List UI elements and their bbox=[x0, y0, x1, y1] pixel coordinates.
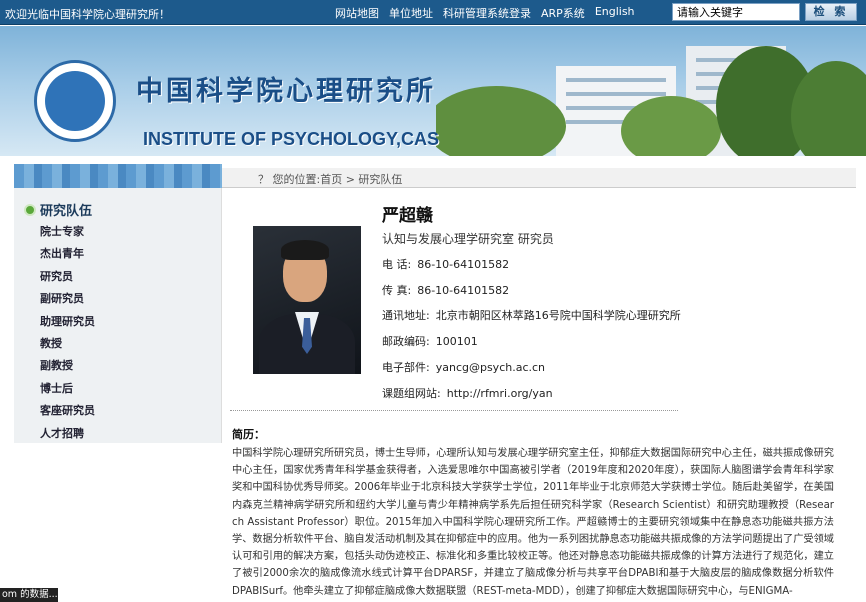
link-english[interactable]: English bbox=[593, 5, 637, 21]
postcode-value: 100101 bbox=[435, 335, 478, 348]
bio-heading: 简历： bbox=[232, 428, 265, 441]
sidebar-item-recruitment[interactable]: 人才招聘 bbox=[40, 425, 95, 447]
breadcrumb-bar: ？ 您的位置:首页 > 研究队伍 bbox=[222, 168, 856, 188]
link-sitemap[interactable]: 网站地图 bbox=[333, 5, 381, 21]
logo-emblem-icon bbox=[45, 71, 105, 131]
sidebar-item-associate-professors[interactable]: 副教授 bbox=[40, 357, 95, 379]
sidebar-title: 研究队伍 bbox=[24, 200, 92, 219]
fax-label: 传 真: bbox=[382, 284, 412, 297]
address-label: 通讯地址: bbox=[382, 309, 430, 322]
sidebar: 研究队伍 院士专家 杰出青年 研究员 副研究员 助理研究员 教授 副教授 博士后… bbox=[14, 188, 222, 443]
institute-title-en: INSTITUTE OF PSYCHOLOGY,CAS bbox=[143, 129, 440, 149]
sidebar-item-researchers[interactable]: 研究员 bbox=[40, 268, 95, 290]
sidebar-item-professors[interactable]: 教授 bbox=[40, 335, 95, 357]
sidebar-item-postdocs[interactable]: 博士后 bbox=[40, 380, 95, 402]
website-link[interactable]: http://rfmri.org/yan bbox=[447, 387, 553, 400]
email-row: 电子部件: yancg@psych.ac.cn bbox=[382, 359, 545, 375]
profile-name: 严超赣 bbox=[382, 206, 433, 226]
profile-department: 认知与发展心理学研究室 研究员 bbox=[382, 232, 554, 246]
sidebar-item-academicians[interactable]: 院士专家 bbox=[40, 223, 95, 245]
search-button[interactable]: 检 索 bbox=[805, 3, 857, 21]
address-value: 北京市朝阳区林萃路16号院中国科学院心理研究所 bbox=[435, 309, 681, 322]
sidebar-header-stripe bbox=[14, 164, 222, 188]
sidebar-item-assistant-researchers[interactable]: 助理研究员 bbox=[40, 313, 95, 335]
profile-photo bbox=[253, 226, 361, 374]
email-value[interactable]: yancg@psych.ac.cn bbox=[436, 361, 545, 374]
breadcrumb: ？ 您的位置:首页 > 研究队伍 bbox=[258, 173, 403, 186]
header-banner: 中国科学院心理研究所 INSTITUTE OF PSYCHOLOGY,CAS bbox=[0, 26, 866, 156]
phone-label: 电 话: bbox=[382, 258, 412, 271]
website-label: 课题组网站: bbox=[382, 387, 441, 400]
banner-buildings-image bbox=[436, 46, 866, 156]
website-row: 课题组网站: http://rfmri.org/yan bbox=[382, 385, 553, 401]
sidebar-item-distinguished-youth[interactable]: 杰出青年 bbox=[40, 245, 95, 267]
phone-value: 86-10-64101582 bbox=[417, 258, 510, 271]
sidebar-item-visiting-researchers[interactable]: 客座研究员 bbox=[40, 402, 95, 424]
link-research-login[interactable]: 科研管理系统登录 bbox=[441, 5, 533, 21]
green-bullet-icon bbox=[24, 203, 36, 216]
top-links: 网站地图 单位地址 科研管理系统登录 ARP系统 English bbox=[333, 5, 643, 21]
sidebar-item-associate-researchers[interactable]: 副研究员 bbox=[40, 290, 95, 312]
link-arp[interactable]: ARP系统 bbox=[539, 5, 587, 21]
bio-text: 中国科学院心理研究所研究员，博士生导师，心理所认知与发展心理学研究室主任，抑郁症… bbox=[232, 448, 834, 597]
status-tooltip: om 的数据... bbox=[0, 588, 58, 602]
top-bar: 欢迎光临中国科学院心理研究所！ 网站地图 单位地址 科研管理系统登录 ARP系统… bbox=[0, 0, 866, 25]
institute-logo bbox=[34, 60, 116, 142]
phone-row: 电 话: 86-10-64101582 bbox=[382, 256, 509, 272]
link-address[interactable]: 单位地址 bbox=[387, 5, 435, 21]
postcode-label: 邮政编码: bbox=[382, 335, 430, 348]
divider bbox=[230, 410, 678, 411]
postcode-row: 邮政编码: 100101 bbox=[382, 333, 478, 349]
search-input[interactable] bbox=[672, 3, 800, 21]
email-label: 电子部件: bbox=[382, 361, 430, 374]
fax-row: 传 真: 86-10-64101582 bbox=[382, 282, 509, 298]
fax-value: 86-10-64101582 bbox=[417, 284, 510, 297]
welcome-text: 欢迎光临中国科学院心理研究所！ bbox=[5, 8, 170, 21]
address-row: 通讯地址: 北京市朝阳区林萃路16号院中国科学院心理研究所 bbox=[382, 307, 681, 323]
sidebar-title-text: 研究队伍 bbox=[40, 204, 93, 219]
institute-title-cn: 中国科学院心理研究所 bbox=[136, 76, 436, 107]
sidebar-menu: 院士专家 杰出青年 研究员 副研究员 助理研究员 教授 副教授 博士后 客座研究… bbox=[40, 223, 95, 447]
